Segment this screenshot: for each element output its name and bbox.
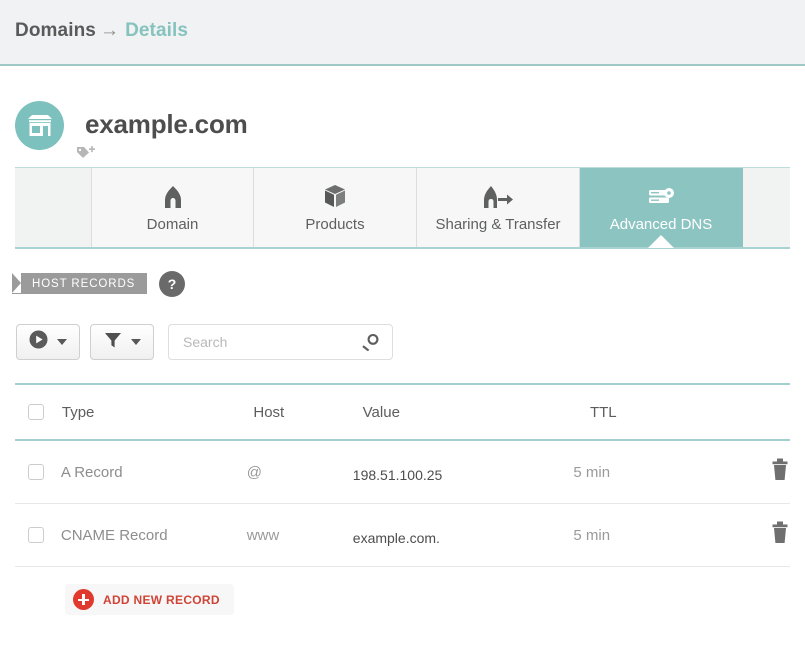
column-header-ttl[interactable]: TTL — [590, 404, 706, 421]
add-new-record-button[interactable]: ADD NEW RECORD — [65, 584, 234, 615]
search-input[interactable] — [181, 325, 351, 359]
tab-spacer-left — [15, 168, 91, 247]
add-tag-icon[interactable] — [76, 145, 96, 166]
tab-label: Domain — [146, 215, 199, 233]
active-tab-pointer — [648, 235, 674, 248]
breadcrumb-domains-link[interactable]: Domains — [15, 20, 96, 41]
column-header-type[interactable]: Type — [62, 404, 254, 421]
column-header-host[interactable]: Host — [253, 404, 362, 421]
chevron-down-icon — [57, 339, 67, 345]
breadcrumb-arrow-icon: → — [99, 20, 120, 41]
home-icon — [162, 183, 184, 209]
trash-icon[interactable] — [770, 521, 790, 549]
tab-sharing-transfer[interactable]: Sharing & Transfer — [417, 168, 580, 247]
chevron-down-icon — [130, 339, 141, 345]
records-toolbar — [16, 324, 393, 360]
host-records-badge-label: HOST RECORDS — [32, 277, 136, 290]
action-dropdown-button[interactable] — [16, 324, 80, 360]
row-select-cell — [15, 527, 61, 543]
table-header-row: Type Host Value TTL — [15, 383, 790, 441]
domain-details-page: Domains → Details example.com Domain Pro… — [0, 0, 805, 671]
cell-ttl: 5 min — [573, 463, 611, 481]
funnel-icon — [104, 331, 122, 354]
plus-circle-icon — [73, 589, 94, 610]
cell-type: CNAME Record — [60, 526, 168, 544]
row-checkbox[interactable] — [28, 464, 44, 480]
cell-value: example.com. — [352, 530, 440, 546]
tab-advanced-dns[interactable]: Advanced DNS — [580, 168, 743, 248]
house-arrow-icon — [482, 183, 514, 209]
tab-label: Sharing & Transfer — [435, 215, 561, 233]
select-all-checkbox[interactable] — [28, 404, 44, 420]
row-actions-cell — [686, 521, 790, 549]
cell-value: 198.51.100.25 — [352, 467, 443, 483]
play-circle-icon — [29, 330, 48, 354]
search-field[interactable] — [168, 324, 393, 360]
cell-host: @ — [246, 463, 262, 481]
tab-products[interactable]: Products — [254, 168, 417, 247]
cell-ttl: 5 min — [573, 526, 611, 544]
tab-spacer-right — [743, 168, 790, 247]
select-all-cell — [15, 404, 62, 420]
table-row[interactable]: A Record @ 198.51.100.25 5 min — [15, 441, 790, 504]
server-gear-icon — [646, 183, 676, 209]
box-icon — [323, 183, 347, 209]
tab-label: Advanced DNS — [609, 215, 713, 233]
row-checkbox[interactable] — [28, 527, 44, 543]
row-select-cell — [15, 464, 61, 480]
column-header-value[interactable]: Value — [363, 404, 590, 421]
tab-label: Products — [305, 215, 365, 233]
tab-bar: Domain Products Sharing & Transfer Advan… — [15, 167, 790, 249]
trash-icon[interactable] — [770, 458, 790, 486]
help-button-label: ? — [167, 276, 177, 292]
table-row[interactable]: CNAME Record www example.com. 5 min — [15, 504, 790, 567]
breadcrumb-details-link[interactable]: Details — [125, 20, 188, 41]
storefront-icon — [15, 101, 64, 150]
host-records-badge: HOST RECORDS — [12, 273, 148, 294]
tab-domain[interactable]: Domain — [91, 168, 254, 247]
breadcrumb: Domains → Details — [15, 20, 188, 42]
page-title: example.com — [85, 109, 248, 139]
row-actions-cell — [686, 458, 790, 486]
cell-host: www — [246, 526, 280, 544]
search-icon[interactable] — [362, 333, 380, 356]
page-header: Domains → Details — [0, 0, 805, 66]
host-records-table: Type Host Value TTL A Record @ 198.51.10… — [15, 383, 790, 567]
add-new-record-label: ADD NEW RECORD — [103, 592, 220, 607]
cell-type: A Record — [60, 463, 123, 481]
filter-dropdown-button[interactable] — [90, 324, 154, 360]
help-button[interactable]: ? — [159, 271, 185, 297]
